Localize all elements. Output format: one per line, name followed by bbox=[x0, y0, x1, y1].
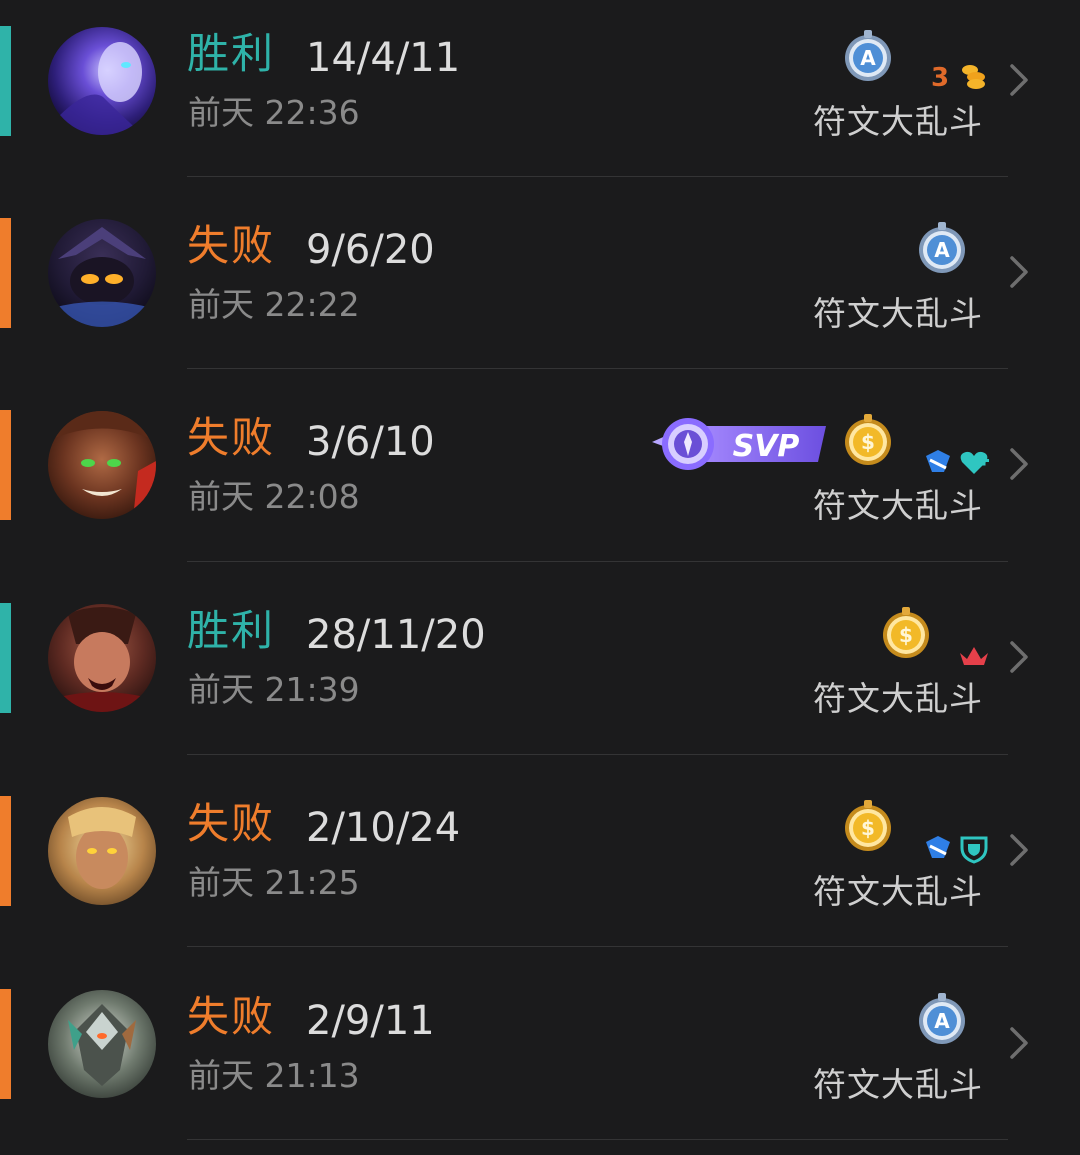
match-result-label: 胜利 bbox=[187, 29, 276, 78]
svg-text:A: A bbox=[934, 238, 950, 262]
kda-score: 2/9/11 bbox=[306, 998, 435, 1044]
gold-s-medal-icon: $ bbox=[842, 798, 894, 854]
damage-taken-icon bbox=[922, 832, 954, 864]
crown-icon bbox=[958, 639, 990, 671]
match-result-label: 失败 bbox=[187, 413, 276, 462]
gold-s-medal-icon: $ bbox=[880, 605, 932, 661]
healing-icon bbox=[958, 446, 990, 478]
game-mode-label: 符文大乱斗 bbox=[813, 102, 983, 141]
match-row-1[interactable]: 胜利 14/4/11 前天 22:36 A 3 符文大乱斗 bbox=[0, 0, 1080, 192]
champion-avatar bbox=[48, 27, 156, 135]
svg-text:$: $ bbox=[861, 430, 875, 454]
chevron-right-icon[interactable] bbox=[1006, 832, 1032, 868]
svp-text: SVP bbox=[733, 429, 800, 464]
win-indicator-bar bbox=[0, 603, 11, 713]
svg-text:$: $ bbox=[861, 816, 875, 840]
champion-avatar bbox=[48, 219, 156, 327]
match-time: 前天 21:25 bbox=[188, 863, 360, 902]
gold-s-medal-icon: $ bbox=[842, 412, 894, 468]
svg-text:A: A bbox=[860, 46, 876, 70]
row-divider bbox=[187, 1139, 1008, 1140]
silver-a-medal-icon: A bbox=[916, 991, 968, 1047]
match-time: 前天 21:13 bbox=[188, 1056, 360, 1095]
chevron-right-icon[interactable] bbox=[1006, 254, 1032, 290]
gold-coins-icon bbox=[958, 60, 990, 92]
champion-avatar bbox=[48, 990, 156, 1098]
kda-score: 9/6/20 bbox=[306, 227, 435, 273]
win-indicator-bar bbox=[0, 26, 11, 136]
kda-score: 3/6/10 bbox=[306, 419, 435, 465]
svg-text:A: A bbox=[934, 1009, 950, 1033]
silver-a-medal-icon: A bbox=[916, 220, 968, 276]
match-result-label: 失败 bbox=[187, 992, 276, 1041]
kda-score: 14/4/11 bbox=[306, 35, 461, 81]
loss-indicator-bar bbox=[0, 410, 11, 520]
loss-indicator-bar bbox=[0, 796, 11, 906]
match-time: 前天 22:36 bbox=[188, 93, 360, 132]
chevron-right-icon[interactable] bbox=[1006, 446, 1032, 482]
game-mode-label: 符文大乱斗 bbox=[813, 486, 983, 525]
game-mode-label: 符文大乱斗 bbox=[813, 872, 983, 911]
match-row-6[interactable]: 失败 2/9/11 前天 21:13 A 符文大乱斗 bbox=[0, 963, 1080, 1155]
champion-avatar bbox=[48, 797, 156, 905]
match-time: 前天 22:22 bbox=[188, 285, 360, 324]
match-row-3[interactable]: 失败 3/6/10 前天 22:08 SVP $ 符文大乱斗 bbox=[0, 384, 1080, 576]
match-result-label: 胜利 bbox=[187, 606, 276, 655]
row-divider bbox=[187, 368, 1008, 369]
match-history-list: 胜利 14/4/11 前天 22:36 A 3 符文大乱斗 失败 9/6/20 … bbox=[0, 0, 1080, 1155]
champion-avatar bbox=[48, 604, 156, 712]
damage-taken-icon bbox=[922, 446, 954, 478]
chevron-right-icon[interactable] bbox=[1006, 639, 1032, 675]
row-divider bbox=[187, 561, 1008, 562]
match-time: 前天 21:39 bbox=[188, 670, 360, 709]
game-mode-label: 符文大乱斗 bbox=[813, 294, 983, 333]
game-mode-label: 符文大乱斗 bbox=[813, 1065, 983, 1104]
match-row-2[interactable]: 失败 9/6/20 前天 22:22 A 符文大乱斗 bbox=[0, 192, 1080, 384]
kda-score: 2/10/24 bbox=[306, 805, 461, 851]
chevron-right-icon[interactable] bbox=[1006, 62, 1032, 98]
row-divider bbox=[187, 176, 1008, 177]
triple-kill-icon: 3 bbox=[924, 60, 956, 93]
loss-indicator-bar bbox=[0, 989, 11, 1099]
row-divider bbox=[187, 946, 1008, 947]
match-result-label: 失败 bbox=[187, 221, 276, 270]
triple-kill-number: 3 bbox=[931, 63, 949, 92]
match-row-4[interactable]: 胜利 28/11/20 前天 21:39 $ 符文大乱斗 bbox=[0, 577, 1080, 769]
row-divider bbox=[187, 754, 1008, 755]
match-result-label: 失败 bbox=[187, 799, 276, 848]
match-row-5[interactable]: 失败 2/10/24 前天 21:25 $ 符文大乱斗 bbox=[0, 770, 1080, 962]
loss-indicator-bar bbox=[0, 218, 11, 328]
svp-badge: SVP bbox=[652, 418, 826, 470]
champion-avatar bbox=[48, 411, 156, 519]
shield-icon bbox=[958, 832, 990, 864]
svg-text:$: $ bbox=[899, 623, 913, 647]
silver-a-medal-icon: A bbox=[842, 28, 894, 84]
game-mode-label: 符文大乱斗 bbox=[813, 679, 983, 718]
chevron-right-icon[interactable] bbox=[1006, 1025, 1032, 1061]
match-time: 前天 22:08 bbox=[188, 477, 360, 516]
kda-score: 28/11/20 bbox=[306, 612, 486, 658]
